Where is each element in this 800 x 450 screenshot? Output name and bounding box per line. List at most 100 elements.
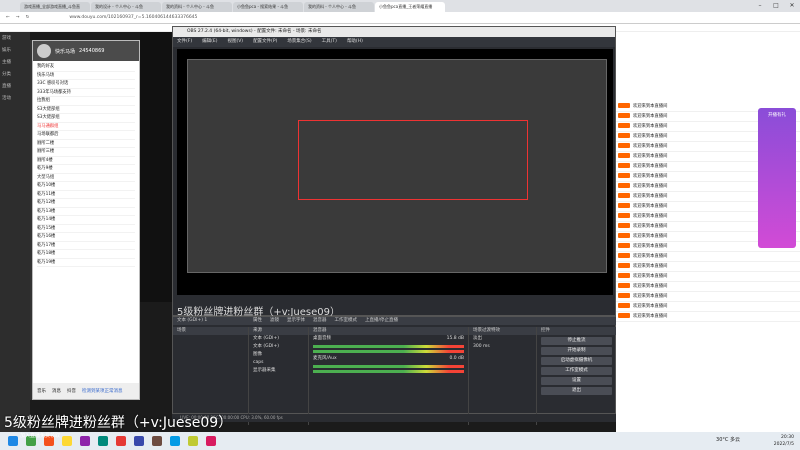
tab-item[interactable]: 工作室模式	[335, 317, 358, 325]
control-button[interactable]: 设置	[541, 377, 612, 385]
overlay-subtitle-small: 加入直播免费领取	[20, 433, 61, 439]
source-item[interactable]: 文本 (GDI+)	[249, 335, 308, 343]
list-item[interactable]: 乾乃10楼	[37, 182, 135, 191]
menu-item[interactable]: 帮助(H)	[347, 37, 363, 47]
control-button[interactable]: 开始录制	[541, 347, 612, 355]
list-item[interactable]: 乾乃17楼	[37, 242, 135, 250]
list-item[interactable]: 乾乃12楼	[37, 199, 135, 208]
taskbar-app-icon[interactable]	[170, 436, 180, 446]
list-item[interactable]: 厕所4楼	[37, 157, 135, 165]
chat-foot-item[interactable]: 音乐	[37, 388, 46, 394]
taskbar-app-icon[interactable]	[98, 436, 108, 446]
control-button[interactable]: 工作室模式	[541, 367, 612, 375]
list-item[interactable]: 乾乃16楼	[37, 233, 135, 242]
level-badge	[618, 223, 630, 228]
tab-item[interactable]: 显示字体	[287, 317, 305, 325]
promo-banner[interactable]: 开播有礼	[758, 108, 796, 248]
source-item[interactable]: 显示器采集	[249, 367, 308, 375]
minimize-icon[interactable]: –	[752, 0, 768, 12]
taskbar-app-icon[interactable]	[152, 436, 162, 446]
browser-tab[interactable]: 小鱼鱼pca - 搜索结果 - 斗鱼	[233, 2, 303, 12]
taskbar-app-icon[interactable]	[8, 436, 18, 446]
browser-tab[interactable]: 小鱼鱼pca直播_王者荣耀直播	[375, 2, 445, 12]
source-item[interactable]: caps	[249, 359, 308, 367]
chat-message: 欢迎来到本直播间	[616, 292, 800, 302]
taskbar-app-icon[interactable]	[80, 436, 90, 446]
list-item[interactable]: 快乐马场	[37, 72, 135, 80]
list-item[interactable]: 马场联都后	[37, 131, 135, 140]
scenes-title: 场景	[173, 327, 248, 335]
list-item[interactable]: 厕所三楼	[37, 148, 135, 157]
nav-item[interactable]: 主播	[0, 56, 30, 68]
list-item[interactable]: 乾乃11楼	[37, 191, 135, 199]
list-item[interactable]: 马马通群组	[37, 123, 135, 131]
reload-icon[interactable]: ↻	[26, 15, 30, 20]
avatar[interactable]	[37, 44, 51, 58]
chat-foot-item[interactable]: 抖音	[67, 388, 76, 394]
list-item[interactable]: 乾乃15楼	[37, 225, 135, 233]
nav-item[interactable]: 直播	[0, 80, 30, 92]
tab-item[interactable]: 属性	[253, 317, 262, 325]
taskbar-app-icon[interactable]	[206, 436, 216, 446]
list-item[interactable]: 乾乃19楼	[37, 259, 135, 267]
tab-item[interactable]: 滤镜	[270, 317, 279, 325]
nav-item[interactable]: 活动	[0, 92, 30, 104]
mixer-db: 15.8 dB	[446, 336, 464, 341]
list-item[interactable]: 乾乃13楼	[37, 208, 135, 216]
list-item[interactable]: 乾乃9楼	[37, 165, 135, 174]
source-item[interactable]: 图像	[249, 351, 308, 359]
selection-box[interactable]	[298, 120, 528, 200]
taskbar-app-icon[interactable]	[62, 436, 72, 446]
list-item[interactable]: 33C 感叹号对话	[37, 80, 135, 89]
tab-item[interactable]: 上直播/停止直播	[365, 317, 398, 325]
nav-item[interactable]: 游戏	[0, 32, 30, 44]
nav-item[interactable]: 分类	[0, 68, 30, 80]
list-item[interactable]: 乾乃18楼	[37, 250, 135, 259]
url-text[interactable]: www.douyu.com/102160937_r=5.160406144633…	[69, 15, 197, 20]
back-icon[interactable]: ←	[6, 15, 10, 20]
menu-item[interactable]: 工具(T)	[322, 37, 337, 47]
source-item[interactable]: 文本 (GDI+)	[249, 343, 308, 351]
browser-tab[interactable]: 我的设计 - 个人中心 - 斗鱼	[91, 2, 161, 12]
control-button[interactable]: 启动虚拟摄像机	[541, 357, 612, 365]
chat-message: 欢迎来到本直播间	[616, 282, 800, 292]
control-button[interactable]: 退出	[541, 387, 612, 395]
message-text: 欢迎来到本直播间	[633, 214, 668, 219]
transition-select[interactable]: 淡出	[469, 335, 536, 343]
duration-field[interactable]: 300 ms	[469, 343, 536, 351]
menu-item[interactable]: 编辑(E)	[202, 37, 217, 47]
control-button[interactable]: 停止推流	[541, 337, 612, 345]
list-item[interactable]: 333年马场都支持	[37, 89, 135, 97]
list-item[interactable]: S3大佬部组	[37, 114, 135, 123]
list-item[interactable]: 乾乃14楼	[37, 216, 135, 225]
menu-item[interactable]: 场景集合(S)	[287, 37, 311, 47]
browser-tab[interactable]: 我的资料 - 个人中心 - 斗鱼	[304, 2, 374, 12]
chat-foot-item[interactable]: 消息	[52, 388, 61, 394]
level-badge	[618, 183, 630, 188]
menu-item[interactable]: 视图(V)	[227, 37, 243, 47]
browser-tab[interactable]: 我的资料 - 个人中心 - 斗鱼	[162, 2, 232, 12]
close-icon[interactable]: ✕	[784, 0, 800, 12]
forward-icon[interactable]: →	[16, 15, 20, 20]
transition-dock: 场景过渡特效 淡出 300 ms	[469, 327, 537, 425]
maximize-icon[interactable]: □	[768, 0, 784, 12]
tab-item[interactable]: 混音器	[313, 317, 327, 325]
list-item[interactable]: 我的好友	[37, 63, 135, 72]
menu-item[interactable]: 文件(F)	[177, 37, 192, 47]
address-bar[interactable]: ← → ↻ www.douyu.com/102160937_r=5.160406…	[0, 12, 800, 24]
chat-message: 欢迎来到本直播间	[616, 252, 800, 262]
obs-preview[interactable]: 5级粉丝牌进粉丝群（+v:Juese09）	[177, 49, 613, 318]
taskbar-app-icon[interactable]	[188, 436, 198, 446]
list-item[interactable]: 厕所二楼	[37, 140, 135, 148]
browser-tab[interactable]: 游戏直播_全部游戏直播_斗鱼直	[20, 2, 90, 12]
message-text: 欢迎来到本直播间	[633, 164, 668, 169]
taskbar-app-icon[interactable]	[134, 436, 144, 446]
list-item[interactable]: S3大佬部组	[37, 106, 135, 114]
mixer-name: 麦克风/Aux	[313, 356, 337, 361]
list-item[interactable]: 大型马组	[37, 174, 135, 182]
message-text: 欢迎来到本直播间	[633, 244, 668, 249]
menu-item[interactable]: 配置文件(P)	[253, 37, 277, 47]
list-item[interactable]: 拉我组	[37, 97, 135, 106]
taskbar-app-icon[interactable]	[116, 436, 126, 446]
nav-item[interactable]: 娱乐	[0, 44, 30, 56]
